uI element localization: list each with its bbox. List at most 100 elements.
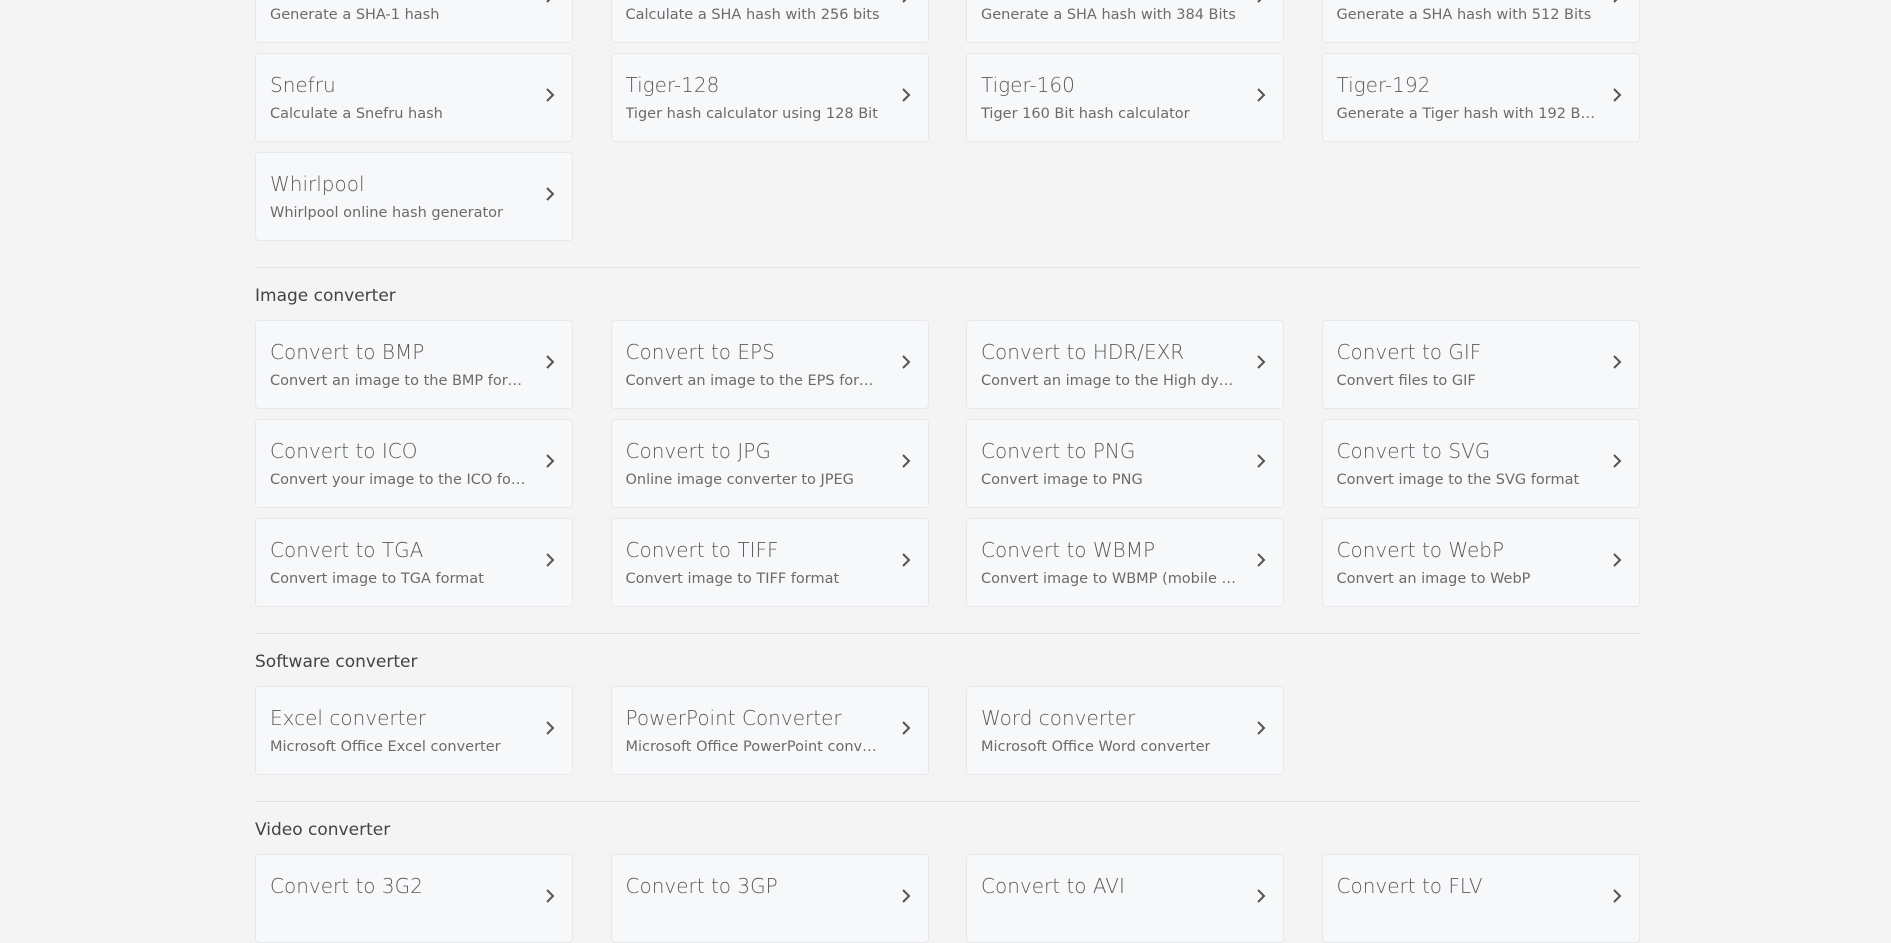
card-grid: Convert to BMP Convert an image to the BM…	[255, 320, 1640, 607]
section-heading: Video converter	[255, 820, 391, 840]
chevron-right-icon	[1607, 550, 1627, 570]
chevron-right-icon	[540, 184, 560, 204]
chevron-right-icon	[1251, 85, 1271, 105]
chevron-right-icon	[896, 451, 916, 471]
tool-description: Calculate a Snefru hash	[270, 106, 443, 122]
chevron-right-icon	[896, 0, 916, 6]
tool-card[interactable]: SHA-1Generate a SHA-1 hash	[255, 0, 573, 43]
chevron-right-icon	[540, 85, 560, 105]
tool-card[interactable]: Convert to EPS Convert an image to the EP…	[610, 320, 929, 409]
tool-title: Convert to SVG	[1336, 439, 1491, 463]
tool-card[interactable]: Convert to GIF Convert files to GIF	[1321, 320, 1640, 409]
chevron-right-icon	[540, 352, 560, 372]
tool-card[interactable]: Word converter Microsoft Office Word conv…	[966, 686, 1284, 775]
tool-title: Convert to 3G2	[270, 874, 423, 898]
tool-card[interactable]: Convert to JPG Online image converter to …	[610, 419, 929, 508]
tool-description: Convert image to PNG	[981, 472, 1143, 488]
chevron-right-icon	[540, 451, 560, 471]
chevron-right-icon	[1251, 718, 1271, 738]
tool-description: Microsoft Office Word converter	[981, 739, 1211, 755]
chevron-right-icon	[896, 352, 916, 372]
tool-card[interactable]: Convert to SVG Convert image to the SVG f…	[1321, 419, 1640, 508]
tool-card[interactable]: Convert to PNG Convert image to PNG	[966, 419, 1284, 508]
tool-title: PowerPoint Converter	[625, 706, 842, 730]
chevron-right-icon	[1251, 886, 1271, 906]
tool-card[interactable]: Tiger-128 Tiger hash calculator using 128…	[610, 53, 929, 142]
chevron-right-icon	[896, 85, 916, 105]
tool-title: Convert to WebP	[1336, 538, 1505, 562]
tool-description: Calculate a SHA hash with 256 bits	[625, 7, 880, 23]
tool-card[interactable]: Convert to AVI	[966, 854, 1284, 943]
tool-card[interactable]: Convert to WBMP Convert image to WBMP (mo…	[966, 518, 1284, 607]
tool-card[interactable]: SHA-512Generate a SHA hash with 512 Bits	[1321, 0, 1640, 43]
chevron-right-icon	[1607, 886, 1627, 906]
chevron-right-icon	[1607, 352, 1627, 372]
section-heading: Software converter	[255, 652, 418, 672]
tool-description: Convert image to WBMP (mobile format)	[981, 571, 1241, 587]
tool-title: Whirlpool	[270, 172, 365, 196]
chevron-right-icon	[1251, 352, 1271, 372]
tool-card[interactable]: Convert to ICO Convert your image to the …	[255, 419, 573, 508]
tool-card[interactable]: Convert to WebP Convert an image to WebP	[1321, 518, 1640, 607]
tool-title: Convert to 3GP	[625, 874, 778, 898]
tool-title: Convert to BMP	[270, 340, 425, 364]
chevron-right-icon	[1607, 451, 1627, 471]
chevron-right-icon	[1251, 0, 1271, 6]
tool-description: Convert your image to the ICO format	[270, 472, 530, 488]
tool-card[interactable]: Convert to BMP Convert an image to the BM…	[255, 320, 573, 409]
tool-card[interactable]: SHA-256Calculate a SHA hash with 256 bit…	[610, 0, 929, 43]
tool-description: Convert files to GIF	[1336, 373, 1476, 389]
tool-title: Convert to TGA	[270, 538, 424, 562]
tool-card[interactable]: Tiger-160 Tiger 160 Bit hash calculator	[966, 53, 1284, 142]
tool-description: Convert image to TGA format	[270, 571, 484, 587]
chevron-right-icon	[1607, 85, 1627, 105]
tool-title: Snefru	[270, 73, 336, 97]
tool-title: Convert to FLV	[1336, 874, 1483, 898]
tool-card[interactable]: Convert to 3GP	[610, 854, 929, 943]
tool-description: Generate a Tiger hash with 192 Bits	[1336, 106, 1597, 122]
tool-description: Generate a SHA-1 hash	[270, 7, 440, 23]
chevron-right-icon	[1251, 451, 1271, 471]
tool-description: Convert an image to the High dynamic ran…	[981, 373, 1241, 389]
tool-description: Convert an image to the EPS format	[625, 373, 886, 389]
card-grid: SHA-1Generate a SHA-1 hash SHA-256Calcula…	[255, 0, 1640, 241]
tool-list: SHA-1Generate a SHA-1 hash SHA-256Calcula…	[255, 0, 1640, 943]
card-grid: Excel converter Microsoft Office Excel co…	[255, 686, 1640, 775]
tool-card[interactable]: PowerPoint Converter Microsoft Office Pow…	[610, 686, 929, 775]
section-divider	[255, 267, 1640, 268]
tool-card[interactable]: Whirlpool Whirlpool online hash generator	[255, 152, 573, 241]
tool-card[interactable]: Convert to TIFF Convert image to TIFF for…	[610, 518, 929, 607]
chevron-right-icon	[896, 718, 916, 738]
chevron-right-icon	[1251, 550, 1271, 570]
tool-title: Excel converter	[270, 706, 426, 730]
tool-card[interactable]: Convert to 3G2	[255, 854, 573, 943]
tool-description: Generate a SHA hash with 512 Bits	[1336, 7, 1592, 23]
chevron-right-icon	[896, 886, 916, 906]
section-divider	[255, 801, 1640, 802]
tool-title: Word converter	[981, 706, 1136, 730]
tool-card[interactable]: Convert to HDR/EXR Convert an image to th…	[966, 320, 1284, 409]
tool-card[interactable]: Tiger-192 Generate a Tiger hash with 192 …	[1321, 53, 1640, 142]
tool-description: Tiger 160 Bit hash calculator	[981, 106, 1190, 122]
tool-description: Convert image to TIFF format	[625, 571, 840, 587]
tool-description: Convert image to the SVG format	[1336, 472, 1580, 488]
tool-card[interactable]: Excel converter Microsoft Office Excel co…	[255, 686, 573, 775]
tool-title: Convert to EPS	[625, 340, 775, 364]
tool-card[interactable]: Convert to FLV	[1321, 854, 1640, 943]
tool-title: Convert to ICO	[270, 439, 418, 463]
tool-description: Whirlpool online hash generator	[270, 205, 503, 221]
tool-description: Convert an image to WebP	[1336, 571, 1531, 587]
tool-card[interactable]: Convert to TGA Convert image to TGA forma…	[255, 518, 573, 607]
chevron-right-icon	[1607, 0, 1627, 6]
tool-title: Tiger-192	[1336, 73, 1431, 97]
tool-description: Online image converter to JPEG	[625, 472, 854, 488]
card-grid: Convert to 3G2 Convert to 3GP Convert to A…	[255, 854, 1640, 943]
chevron-right-icon	[540, 0, 560, 6]
chevron-right-icon	[896, 550, 916, 570]
chevron-right-icon	[540, 718, 560, 738]
tool-card[interactable]: Snefru Calculate a Snefru hash	[255, 53, 573, 142]
tool-card[interactable]: SHA-384Generate a SHA hash with 384 Bits	[966, 0, 1284, 43]
tool-title: Convert to HDR/EXR	[981, 340, 1185, 364]
tool-title: Convert to WBMP	[981, 538, 1156, 562]
tool-title: Convert to AVI	[981, 874, 1125, 898]
